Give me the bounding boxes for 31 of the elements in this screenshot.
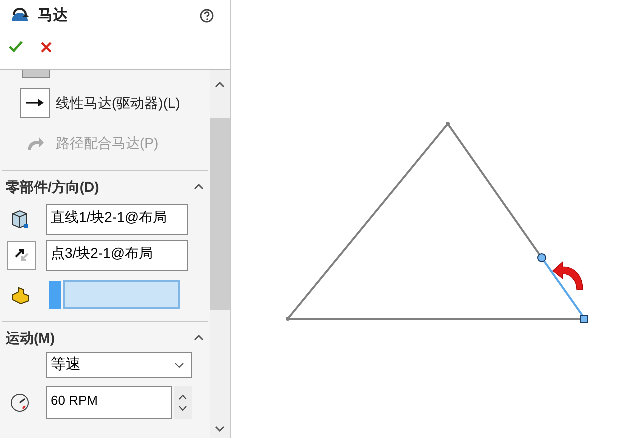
gauge-icon — [10, 392, 30, 412]
up-icon — [179, 394, 187, 400]
section-title: 运动(M) — [6, 328, 55, 348]
motor-type-icon[interactable] — [20, 88, 50, 118]
scrollbar[interactable] — [210, 70, 230, 438]
direction-arrow-icon — [12, 246, 30, 264]
input-field[interactable]: 点3/块2-1@布局 — [46, 240, 188, 270]
section-title: 零部件/方向(D) — [6, 178, 100, 197]
scroll-up-icon[interactable] — [215, 82, 225, 88]
part-icon — [11, 209, 29, 229]
selected-edge-drawing[interactable] — [538, 254, 588, 324]
confirm-icon[interactable] — [9, 41, 23, 53]
selection-marker — [49, 280, 61, 308]
panel-title: 马达 — [38, 6, 68, 26]
down-icon — [179, 406, 187, 410]
vertex-point[interactable] — [446, 122, 450, 126]
motion-type-dropdown[interactable]: 等速 — [46, 352, 192, 378]
vertex-point[interactable] — [286, 317, 290, 321]
scroll-thumb[interactable] — [210, 118, 230, 310]
help-icon[interactable] — [200, 9, 214, 23]
spinner[interactable] — [174, 386, 192, 419]
caret-icon — [175, 362, 184, 368]
scroll-down-icon[interactable] — [215, 426, 225, 432]
motor-type-option[interactable]: 线性马达(驱动器)(L) — [56, 92, 180, 114]
speed-field[interactable]: 60 RPM — [46, 386, 172, 419]
collapse-icon[interactable] — [194, 335, 204, 341]
component-icon — [11, 286, 31, 304]
collapse-icon[interactable] — [194, 184, 204, 190]
close-icon[interactable] — [41, 42, 52, 52]
input-field[interactable]: 直线1/块2-1@布局 — [46, 204, 188, 234]
direction-button[interactable] — [7, 240, 36, 270]
